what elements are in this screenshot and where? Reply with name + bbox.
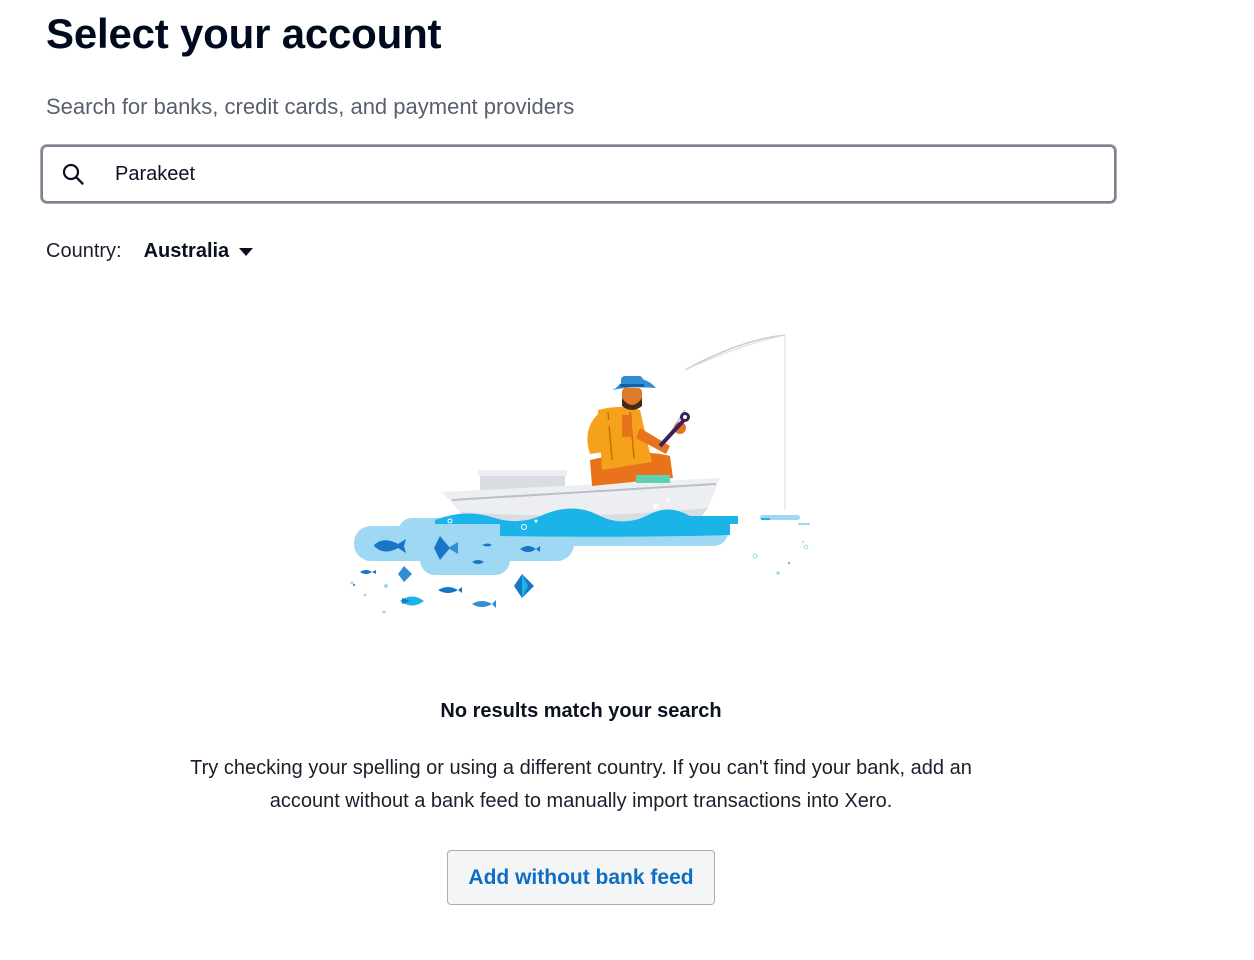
country-dropdown[interactable]: Australia	[144, 240, 254, 263]
country-label: Country:	[46, 240, 122, 262]
caret-down-icon	[239, 247, 254, 256]
country-value: Australia	[143, 240, 230, 262]
country-row: Country: Australia	[46, 240, 254, 263]
empty-state-body: Try checking your spelling or using a di…	[190, 757, 972, 812]
page-title: Select your account	[46, 10, 442, 57]
search-icon	[62, 163, 84, 185]
fisherman-in-boat-illustration	[350, 334, 810, 614]
empty-state-title: No results match your search	[440, 700, 722, 722]
search-hint: Search for banks, credit cards, and paym…	[46, 94, 575, 119]
search-input[interactable]	[115, 155, 1095, 193]
add-without-bank-feed-button[interactable]: Add without bank feed	[447, 850, 715, 905]
search-box[interactable]	[41, 145, 1116, 203]
